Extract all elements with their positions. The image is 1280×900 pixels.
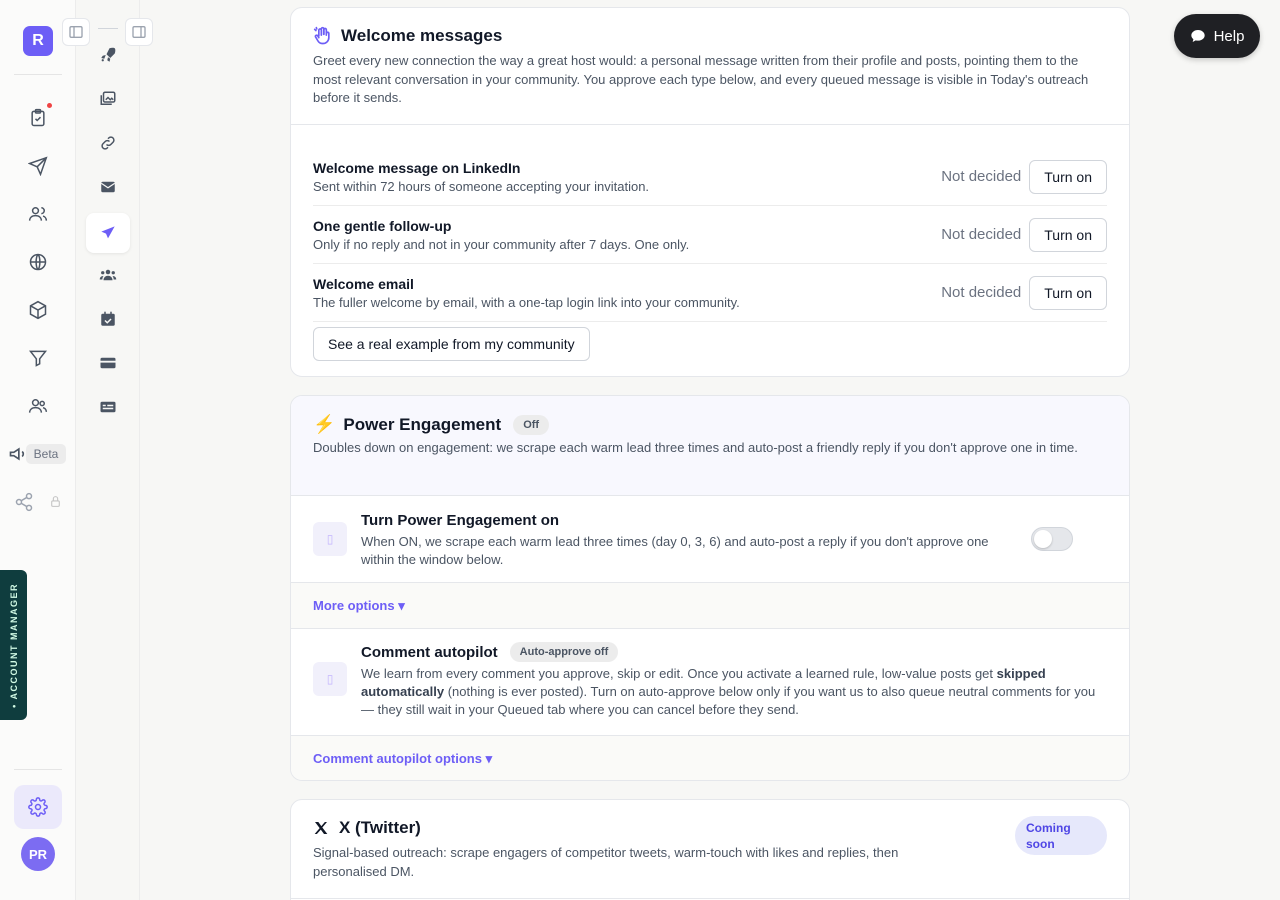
x-logo-icon xyxy=(314,822,328,834)
switch-knob xyxy=(1034,530,1052,548)
power-toggle-title: Turn Power Engagement on xyxy=(361,512,560,529)
send-icon[interactable] xyxy=(26,154,50,178)
team-icon[interactable] xyxy=(26,394,50,418)
paper-plane-icon xyxy=(101,226,115,239)
power-description: Doubles down on engagement: we scrape ea… xyxy=(313,440,1078,455)
power-toggle-description: When ON, we scrape each warm lead three … xyxy=(361,534,989,567)
turn-on-email-button[interactable]: Turn on xyxy=(1029,275,1107,310)
autopilot-badge: Auto-approve off xyxy=(509,642,619,662)
welcome-messages-card: Welcome messages Greet every new connect… xyxy=(290,7,1130,377)
power-engagement-switch[interactable] xyxy=(1031,527,1073,551)
twitter-description: Signal-based outreach: scrape engagers o… xyxy=(313,845,899,879)
collapse-subnav-button[interactable] xyxy=(125,18,153,46)
calendar-check-icon[interactable] xyxy=(96,307,120,331)
primary-sidebar: R Beta PR xyxy=(0,0,76,900)
row-description: Sent within 72 hours of someone acceptin… xyxy=(313,178,650,194)
row-status: Not decided xyxy=(941,226,1022,243)
autopilot-options-toggle[interactable]: Comment autopilot options ▾ xyxy=(291,735,1129,780)
more-options-toggle[interactable]: More options ▾ xyxy=(291,582,1129,629)
divider xyxy=(14,769,62,770)
account-manager-label: • ACCOUNT MANAGER xyxy=(8,582,19,708)
divider xyxy=(291,124,1129,125)
welcome-row-follow-up: One gentle follow-up Only if no reply an… xyxy=(313,206,1107,264)
turn-on-linkedin-button[interactable]: Turn on xyxy=(1029,159,1107,194)
row-description: Only if no reply and not in your communi… xyxy=(313,236,690,252)
account-manager-tab[interactable]: • ACCOUNT MANAGER xyxy=(0,570,27,720)
rocket-icon[interactable] xyxy=(96,43,120,67)
link-icon[interactable] xyxy=(96,131,120,155)
envelope-icon[interactable] xyxy=(96,175,120,199)
globe-icon[interactable] xyxy=(26,250,50,274)
lightning-icon: ⚡ xyxy=(313,414,336,434)
twitter-header: X (Twitter) Signal-based outreach: scrap… xyxy=(291,800,1129,898)
clipboard-check-icon[interactable] xyxy=(26,106,50,130)
sidebar-panel-icon xyxy=(69,26,83,38)
credit-card-icon[interactable] xyxy=(96,351,120,375)
welcome-header: Welcome messages Greet every new connect… xyxy=(291,8,1129,124)
info-icon: ▯ xyxy=(313,662,347,696)
row-title: One gentle follow-up xyxy=(313,217,452,234)
filter-icon[interactable] xyxy=(26,346,50,370)
share-icon[interactable] xyxy=(12,490,36,514)
beta-badge: Beta xyxy=(26,444,66,464)
divider xyxy=(291,495,1129,496)
power-engagement-card: ⚡ Power Engagement Off Doubles down on e… xyxy=(290,395,1130,781)
secondary-sidebar xyxy=(76,0,140,900)
id-card-icon[interactable] xyxy=(96,395,120,419)
waving-hand-icon xyxy=(313,26,330,45)
power-header: ⚡ Power Engagement Off Doubles down on e… xyxy=(291,396,1129,495)
help-button[interactable]: Help xyxy=(1174,14,1260,58)
notification-dot xyxy=(47,103,52,108)
welcome-row-email: Welcome email The fuller welcome by emai… xyxy=(313,264,1107,322)
workspace-logo[interactable]: R xyxy=(23,26,53,56)
user-avatar[interactable]: PR xyxy=(21,837,55,871)
power-toggle-row: ▯ Turn Power Engagement on When ON, we s… xyxy=(291,512,1129,569)
autopilot-options-label: Comment autopilot options ▾ xyxy=(313,751,493,766)
comment-autopilot-row: ▯ Comment autopilot Auto-approve off We … xyxy=(291,642,1129,719)
autopilot-title: Comment autopilot xyxy=(361,643,498,661)
power-title: Power Engagement xyxy=(343,414,502,434)
row-status: Not decided xyxy=(941,168,1022,185)
autopilot-description: We learn from every comment you approve,… xyxy=(361,665,1107,719)
more-options-label: More options ▾ xyxy=(313,597,405,613)
welcome-title: Welcome messages xyxy=(341,26,503,45)
sidebar-panel-icon xyxy=(132,26,146,38)
coming-soon-badge: Coming soon xyxy=(1015,816,1107,855)
power-status-badge: Off xyxy=(513,414,550,435)
divider xyxy=(14,74,62,75)
lock-icon xyxy=(46,492,64,510)
users-icon[interactable] xyxy=(26,202,50,226)
turn-on-follow-up-button[interactable]: Turn on xyxy=(1029,217,1107,252)
settings-button[interactable] xyxy=(14,785,62,829)
collapse-sidebar-button[interactable] xyxy=(62,18,90,46)
people-group-icon[interactable] xyxy=(96,263,120,287)
chat-bubble-icon xyxy=(1190,30,1205,42)
info-icon: ▯ xyxy=(313,522,347,556)
row-title: Welcome message on LinkedIn xyxy=(313,159,521,176)
package-icon[interactable] xyxy=(26,298,50,322)
x-twitter-card: X (Twitter) Signal-based outreach: scrap… xyxy=(290,799,1130,900)
autopilot-desc-part: (nothing is ever posted). Turn on auto-a… xyxy=(361,684,1096,717)
divider xyxy=(98,28,118,29)
twitter-title: X (Twitter) xyxy=(339,818,421,837)
row-status: Not decided xyxy=(941,284,1022,301)
images-icon[interactable] xyxy=(96,87,120,111)
row-description: The fuller welcome by email, with a one-… xyxy=(313,294,740,310)
gear-icon xyxy=(28,797,48,817)
welcome-description: Greet every new connection the way a gre… xyxy=(313,53,1089,105)
welcome-row-linkedin: Welcome message on LinkedIn Sent within … xyxy=(313,148,1107,206)
autopilot-desc-part: We learn from every comment you approve,… xyxy=(361,666,997,681)
help-label: Help xyxy=(1213,27,1245,45)
see-example-button[interactable]: See a real example from my community xyxy=(313,327,590,361)
divider xyxy=(291,898,1129,899)
paper-plane-nav-active[interactable] xyxy=(86,213,130,253)
row-title: Welcome email xyxy=(313,275,414,292)
